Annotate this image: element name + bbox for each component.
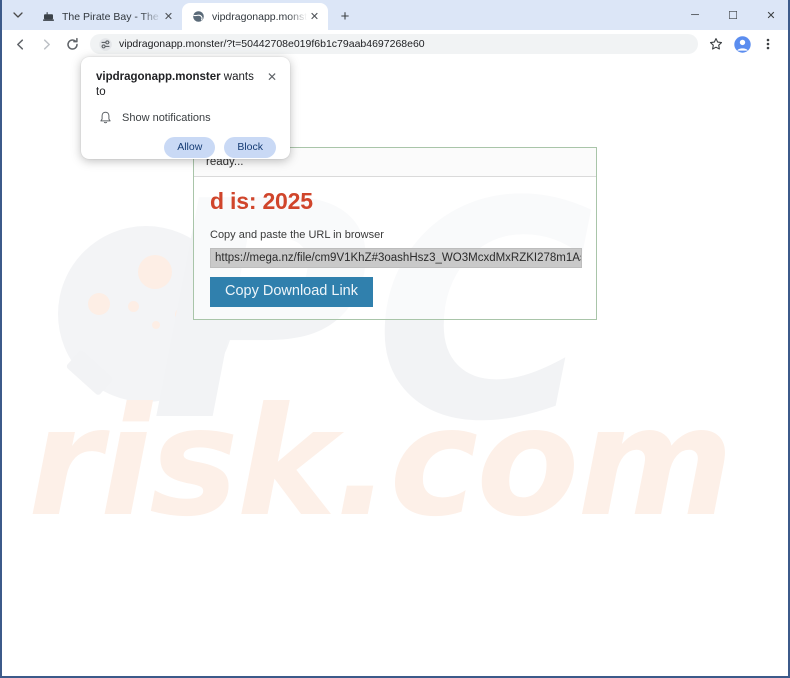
permission-label: Show notifications xyxy=(122,111,211,124)
bookmark-star-icon[interactable] xyxy=(704,32,728,56)
reload-icon[interactable] xyxy=(60,32,84,56)
browser-toolbar: vipdragonapp.monster/?t=50442708e019f6b1… xyxy=(0,30,790,58)
dialog-title: vipdragonapp.monster wants to xyxy=(96,70,263,100)
dialog-header: vipdragonapp.monster wants to ✕ xyxy=(81,57,290,100)
allow-button[interactable]: Allow xyxy=(164,136,216,159)
notification-permission-dialog: vipdragonapp.monster wants to ✕ Show not… xyxy=(81,57,290,159)
tab-close-icon[interactable]: ✕ xyxy=(307,9,322,24)
window-frame-left xyxy=(0,0,2,678)
download-url-field[interactable]: https://mega.nz/file/cm9V1KhZ#3oashHsz3_… xyxy=(210,248,582,268)
forward-icon[interactable] xyxy=(34,32,58,56)
page-headline: d is: 2025 xyxy=(210,188,313,214)
profile-avatar-icon[interactable] xyxy=(730,32,754,56)
copy-instruction-label: Copy and paste the URL in browser xyxy=(210,229,384,241)
window-controls: ─ ☐ ✕ xyxy=(676,0,790,30)
maximize-button[interactable]: ☐ xyxy=(714,0,752,30)
address-bar[interactable]: vipdragonapp.monster/?t=50442708e019f6b1… xyxy=(90,34,698,54)
tab-title: The Pirate Bay - The galaxy's m xyxy=(62,10,161,23)
watermark-text-secondary: risk.com xyxy=(28,376,734,550)
site-settings-tune-icon[interactable] xyxy=(98,37,112,51)
close-icon[interactable]: ✕ xyxy=(263,68,281,86)
toolbar-right-actions xyxy=(704,32,782,56)
permission-row: Show notifications xyxy=(81,100,290,125)
tab-strip: The Pirate Bay - The galaxy's m ✕ vipdra… xyxy=(0,0,790,30)
download-panel: ready... d is: 2025 Copy and paste the U… xyxy=(193,147,597,320)
address-bar-url: vipdragonapp.monster/?t=50442708e019f6b1… xyxy=(119,38,425,50)
panel-body: d is: 2025 Copy and paste the URL in bro… xyxy=(194,177,596,307)
bell-icon xyxy=(98,111,113,125)
tab-close-icon[interactable]: ✕ xyxy=(161,9,176,24)
minimize-button[interactable]: ─ xyxy=(676,0,714,30)
tab-pirate-bay[interactable]: The Pirate Bay - The galaxy's m ✕ xyxy=(32,3,182,30)
back-icon[interactable] xyxy=(8,32,32,56)
tab-search-icon[interactable] xyxy=(4,1,32,29)
tab-title: vipdragonapp.monster/?t=504 xyxy=(212,10,307,23)
dialog-actions: Allow Block xyxy=(81,125,290,159)
browser-menu-icon[interactable] xyxy=(756,32,780,56)
pirate-bay-favicon xyxy=(41,10,55,24)
tab-vipdragonapp[interactable]: vipdragonapp.monster/?t=504 ✕ xyxy=(182,3,328,30)
logo-dot xyxy=(88,293,110,315)
dialog-origin: vipdragonapp.monster xyxy=(96,71,221,83)
logo-dot xyxy=(128,301,139,312)
new-tab-button[interactable]: + xyxy=(332,3,358,29)
browser-window: The Pirate Bay - The galaxy's m ✕ vipdra… xyxy=(0,0,790,678)
globe-favicon xyxy=(191,10,205,24)
copy-download-link-button[interactable]: Copy Download Link xyxy=(210,277,373,307)
block-button[interactable]: Block xyxy=(224,136,276,159)
close-window-button[interactable]: ✕ xyxy=(752,0,790,30)
